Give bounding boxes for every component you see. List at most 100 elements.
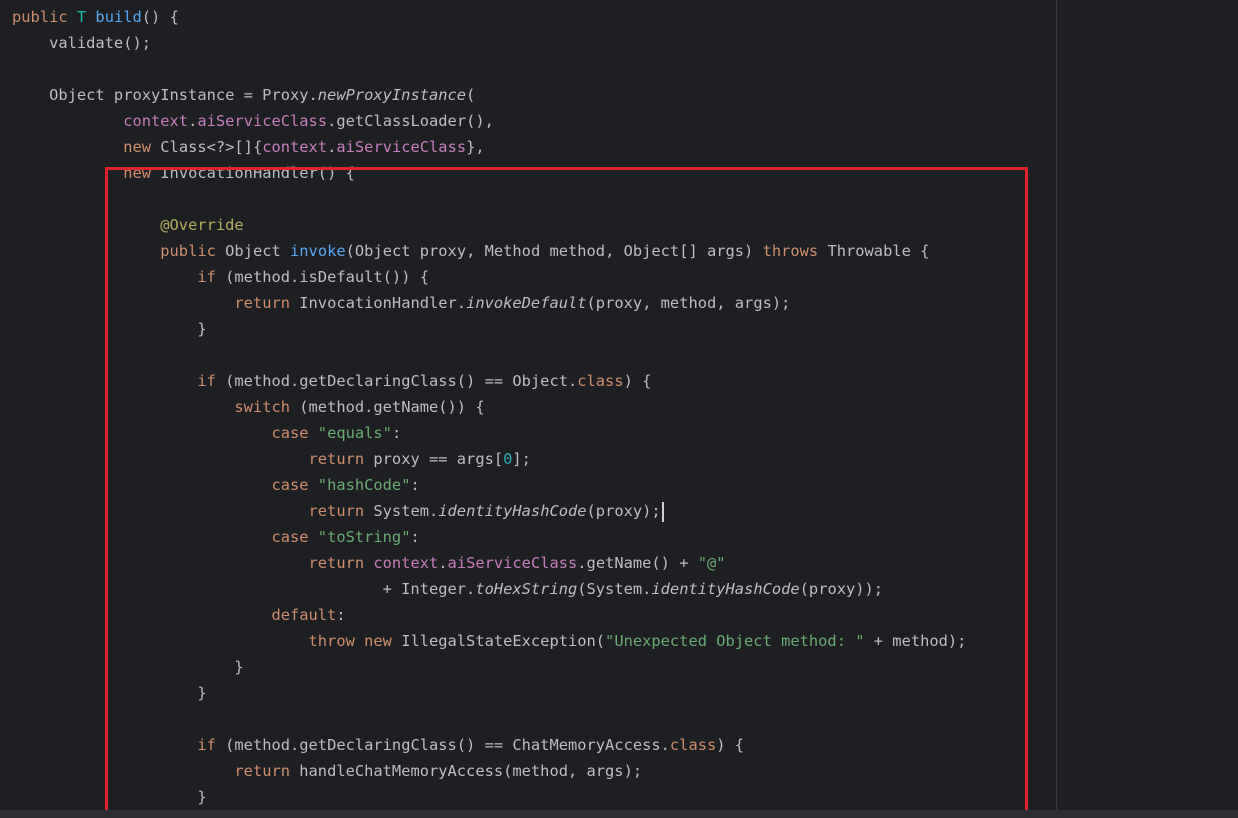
code-token: :: [336, 606, 346, 624]
code-token: (System.: [577, 580, 652, 598]
code-token: :: [410, 528, 420, 546]
code-editor[interactable]: public T build() { validate(); Object pr…: [0, 0, 1238, 818]
code-token: (Object proxy, Method method, Object[] a…: [345, 242, 763, 260]
code-line[interactable]: public T build() {: [12, 4, 966, 30]
code-line[interactable]: Object proxyInstance = Proxy.newProxyIns…: [12, 82, 966, 108]
code-line[interactable]: }: [12, 680, 966, 706]
code-token: .getClassLoader(),: [327, 112, 494, 130]
code-line[interactable]: + Integer.toHexString(System.identityHas…: [12, 576, 966, 602]
code-token: ) {: [623, 372, 652, 390]
code-token: },: [466, 138, 485, 156]
code-token: throws: [762, 242, 828, 260]
code-line[interactable]: return handleChatMemoryAccess(method, ar…: [12, 758, 966, 784]
code-line[interactable]: case "hashCode":: [12, 472, 966, 498]
code-token: (proxy);: [586, 502, 661, 520]
code-token: validate();: [12, 34, 151, 52]
code-token: case: [271, 424, 318, 442]
code-token: (method.getName()) {: [299, 398, 485, 416]
code-token: build: [95, 8, 142, 26]
code-line[interactable]: [12, 186, 966, 212]
code-line[interactable]: if (method.isDefault()) {: [12, 264, 966, 290]
code-token: context: [123, 112, 189, 130]
code-token: .: [327, 138, 337, 156]
code-line[interactable]: }: [12, 316, 966, 342]
code-token: "hashCode": [317, 476, 411, 494]
code-token: invoke: [290, 242, 346, 260]
text-caret: [661, 501, 664, 522]
code-line[interactable]: return InvocationHandler.invokeDefault(p…: [12, 290, 966, 316]
code-token: 0: [503, 450, 513, 468]
code-token: return: [308, 554, 374, 572]
code-token: newProxyInstance: [317, 86, 467, 104]
code-line[interactable]: }: [12, 654, 966, 680]
code-line[interactable]: @Override: [12, 212, 966, 238]
code-token: () {: [141, 8, 179, 26]
code-token: class: [577, 372, 624, 390]
code-line[interactable]: public Object invoke(Object proxy, Metho…: [12, 238, 966, 264]
code-line[interactable]: [12, 342, 966, 368]
code-token: T: [76, 8, 96, 26]
code-token: .: [438, 554, 448, 572]
code-token: Object proxyInstance = Proxy.: [12, 86, 318, 104]
code-token: context: [262, 138, 328, 156]
code-token: invokeDefault: [466, 294, 587, 312]
code-token: }: [12, 320, 207, 338]
code-token: context: [373, 554, 439, 572]
code-line[interactable]: [12, 56, 966, 82]
code-token: public: [160, 242, 226, 260]
code-token: InvocationHandler.: [299, 294, 467, 312]
horizontal-scrollbar[interactable]: [0, 810, 1238, 818]
code-token: (: [466, 86, 476, 104]
code-token: IllegalStateException(: [401, 632, 606, 650]
code-token: ];: [512, 450, 531, 468]
code-token: return: [234, 294, 300, 312]
code-token: .: [188, 112, 198, 130]
code-token: Object: [225, 242, 291, 260]
code-line[interactable]: validate();: [12, 30, 966, 56]
code-line[interactable]: default:: [12, 602, 966, 628]
code-token: Throwable {: [827, 242, 930, 260]
code-token: return: [308, 502, 374, 520]
code-token: System.: [373, 502, 439, 520]
code-token: (method.getDeclaringClass() == Object.: [225, 372, 578, 390]
code-token: + method);: [864, 632, 967, 650]
code-line[interactable]: switch (method.getName()) {: [12, 394, 966, 420]
code-token: return: [308, 450, 374, 468]
code-line[interactable]: case "toString":: [12, 524, 966, 550]
code-token: "@": [697, 554, 726, 572]
code-line[interactable]: new Class<?>[]{context.aiServiceClass},: [12, 134, 966, 160]
code-token: }: [12, 658, 244, 676]
code-token: (method.getDeclaringClass() == ChatMemor…: [225, 736, 670, 754]
code-line[interactable]: throw new IllegalStateException("Unexpec…: [12, 628, 967, 654]
code-line[interactable]: return context.aiServiceClass.getName() …: [12, 550, 966, 576]
code-line[interactable]: if (method.getDeclaringClass() == Object…: [12, 368, 966, 394]
code-token: identityHashCode: [438, 502, 587, 520]
code-line[interactable]: }: [12, 784, 966, 810]
code-line[interactable]: if (method.getDeclaringClass() == ChatMe…: [12, 732, 966, 758]
code-line[interactable]: context.aiServiceClass.getClassLoader(),: [12, 108, 966, 134]
code-token: public: [12, 8, 77, 26]
right-margin-guide: [1056, 0, 1057, 818]
code-area[interactable]: public T build() { validate(); Object pr…: [0, 4, 1238, 810]
code-token: + Integer.: [12, 580, 476, 598]
code-token: switch: [234, 398, 300, 416]
code-line[interactable]: new InvocationHandler() {: [12, 160, 966, 186]
code-token: aiServiceClass: [336, 138, 467, 156]
code-token: :: [410, 476, 420, 494]
code-line[interactable]: return proxy == args[0];: [12, 446, 966, 472]
code-line[interactable]: case "equals":: [12, 420, 966, 446]
code-token: @Override: [160, 216, 244, 234]
code-line[interactable]: return System.identityHashCode(proxy);: [0, 498, 1238, 524]
code-token: ) {: [716, 736, 745, 754]
code-line[interactable]: [12, 706, 966, 732]
